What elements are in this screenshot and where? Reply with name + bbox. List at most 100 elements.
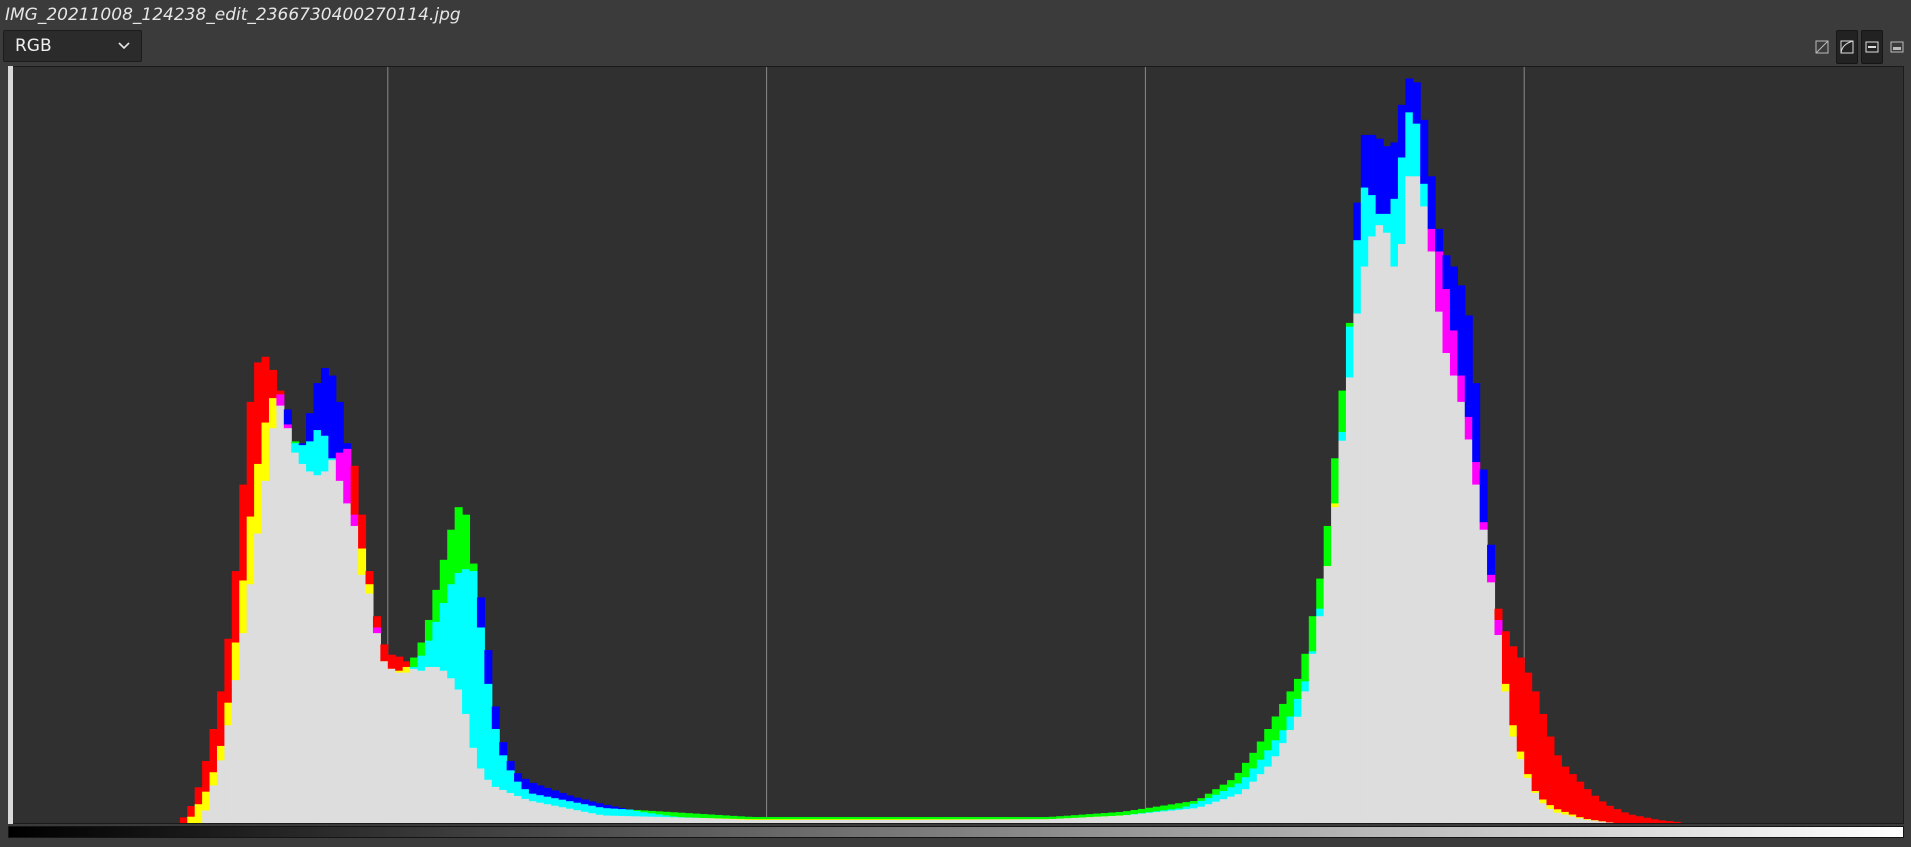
- bin-white-146: [1093, 816, 1102, 823]
- bin-white-113: [848, 819, 857, 823]
- bin-white-189: [1412, 176, 1421, 823]
- channel-select[interactable]: RGB: [3, 30, 142, 62]
- bin-white-51: [387, 668, 396, 823]
- linear-histogram-button[interactable]: [1811, 30, 1833, 64]
- bin-mid-56: [424, 640, 433, 668]
- log-histogram-button[interactable]: [1836, 30, 1858, 64]
- bin-white-66: [499, 789, 508, 823]
- bin-white-179: [1338, 440, 1347, 823]
- bin-white-172: [1286, 729, 1295, 823]
- bin-top-224: [1672, 821, 1681, 823]
- bin-top-97: [729, 815, 738, 820]
- bin-white-39: [298, 463, 307, 823]
- bin-white-101: [759, 819, 768, 823]
- bin-mid-206: [1539, 799, 1548, 804]
- bin-mid-37: [283, 424, 292, 429]
- bin-white-75: [566, 808, 575, 823]
- bin-mid-191: [1427, 228, 1436, 252]
- bin-mid-79: [595, 807, 604, 816]
- bin-mid-193: [1442, 289, 1451, 354]
- filled-histogram-button[interactable]: [1886, 30, 1908, 64]
- bin-mid-53: [402, 666, 411, 674]
- bin-white-204: [1524, 777, 1533, 823]
- bin-white-214: [1598, 821, 1607, 823]
- bin-top-177: [1323, 525, 1332, 567]
- bin-mid-173: [1293, 698, 1302, 718]
- bin-top-166: [1241, 762, 1250, 778]
- bin-top-206: [1539, 713, 1548, 800]
- bin-mid-78: [588, 805, 597, 814]
- bin-white-152: [1137, 813, 1146, 823]
- bin-white-53: [402, 672, 411, 823]
- bin-mid-42: [320, 435, 329, 472]
- bin-top-164: [1227, 780, 1236, 788]
- log-histogram-icon: [1840, 40, 1854, 54]
- bin-top-214: [1598, 801, 1607, 822]
- bin-white-206: [1539, 803, 1548, 823]
- bin-white-84: [632, 816, 641, 823]
- bin-mid-170: [1271, 740, 1280, 757]
- bin-mid-80: [603, 808, 612, 817]
- bin-mid-71: [536, 795, 545, 804]
- bin-top-62: [469, 563, 478, 572]
- channel-select-value: RGB: [15, 36, 52, 56]
- bin-white-60: [454, 689, 463, 823]
- bin-top-79: [595, 803, 604, 808]
- bars-histogram-button[interactable]: [1861, 30, 1883, 64]
- bin-white-95: [714, 818, 723, 823]
- bin-top-29: [224, 638, 233, 704]
- bin-top-41: [313, 383, 322, 431]
- bin-white-202: [1509, 736, 1518, 823]
- bin-top-89: [670, 812, 679, 817]
- bin-top-58: [439, 559, 448, 604]
- bin-top-171: [1279, 703, 1288, 731]
- bin-top-37: [283, 409, 292, 425]
- bin-white-117: [878, 819, 887, 823]
- bin-mid-48: [365, 584, 374, 595]
- bin-top-67: [506, 760, 515, 771]
- bin-white-211: [1576, 818, 1585, 823]
- bin-top-64: [484, 650, 493, 685]
- bin-top-203: [1516, 657, 1525, 753]
- bin-mid-74: [558, 799, 567, 808]
- bin-white-38: [291, 452, 300, 823]
- bin-mid-195: [1457, 375, 1466, 403]
- bin-mid-29: [224, 702, 233, 726]
- bin-white-168: [1256, 774, 1265, 823]
- bin-top-149: [1115, 811, 1124, 817]
- bin-mid-57: [432, 621, 441, 668]
- bin-white-164: [1227, 796, 1236, 823]
- bin-white-63: [476, 768, 485, 823]
- bin-mid-185: [1383, 213, 1392, 234]
- bin-mid-64: [484, 683, 493, 781]
- bin-mid-84: [632, 810, 641, 817]
- bin-white-72: [543, 804, 552, 823]
- bin-mid-67: [506, 770, 515, 794]
- bin-white-213: [1591, 820, 1600, 823]
- bin-top-24: [187, 806, 196, 818]
- bin-white-175: [1308, 653, 1317, 823]
- bin-mid-33: [254, 463, 263, 534]
- bin-white-182: [1360, 266, 1369, 823]
- bin-white-197: [1472, 484, 1481, 823]
- bin-top-208: [1553, 755, 1562, 810]
- bin-top-148: [1108, 812, 1117, 817]
- bin-top-59: [447, 529, 456, 585]
- bin-top-61: [462, 514, 471, 570]
- bin-white-37: [283, 428, 292, 823]
- bin-top-71: [536, 785, 545, 796]
- bin-white-80: [603, 815, 612, 823]
- histogram-plot[interactable]: [8, 66, 1904, 824]
- bin-top-42: [320, 368, 329, 437]
- bin-white-40: [306, 471, 315, 823]
- bin-white-125: [937, 819, 946, 823]
- histogram-toolbar: [1811, 30, 1911, 64]
- bin-white-54: [410, 668, 419, 823]
- bin-white-169: [1264, 766, 1273, 823]
- bin-white-180: [1345, 377, 1354, 823]
- bin-mid-69: [521, 789, 530, 800]
- bin-white-57: [432, 666, 441, 823]
- bin-top-200: [1494, 608, 1503, 621]
- bin-mid-82: [618, 809, 627, 817]
- bin-white-114: [855, 819, 864, 823]
